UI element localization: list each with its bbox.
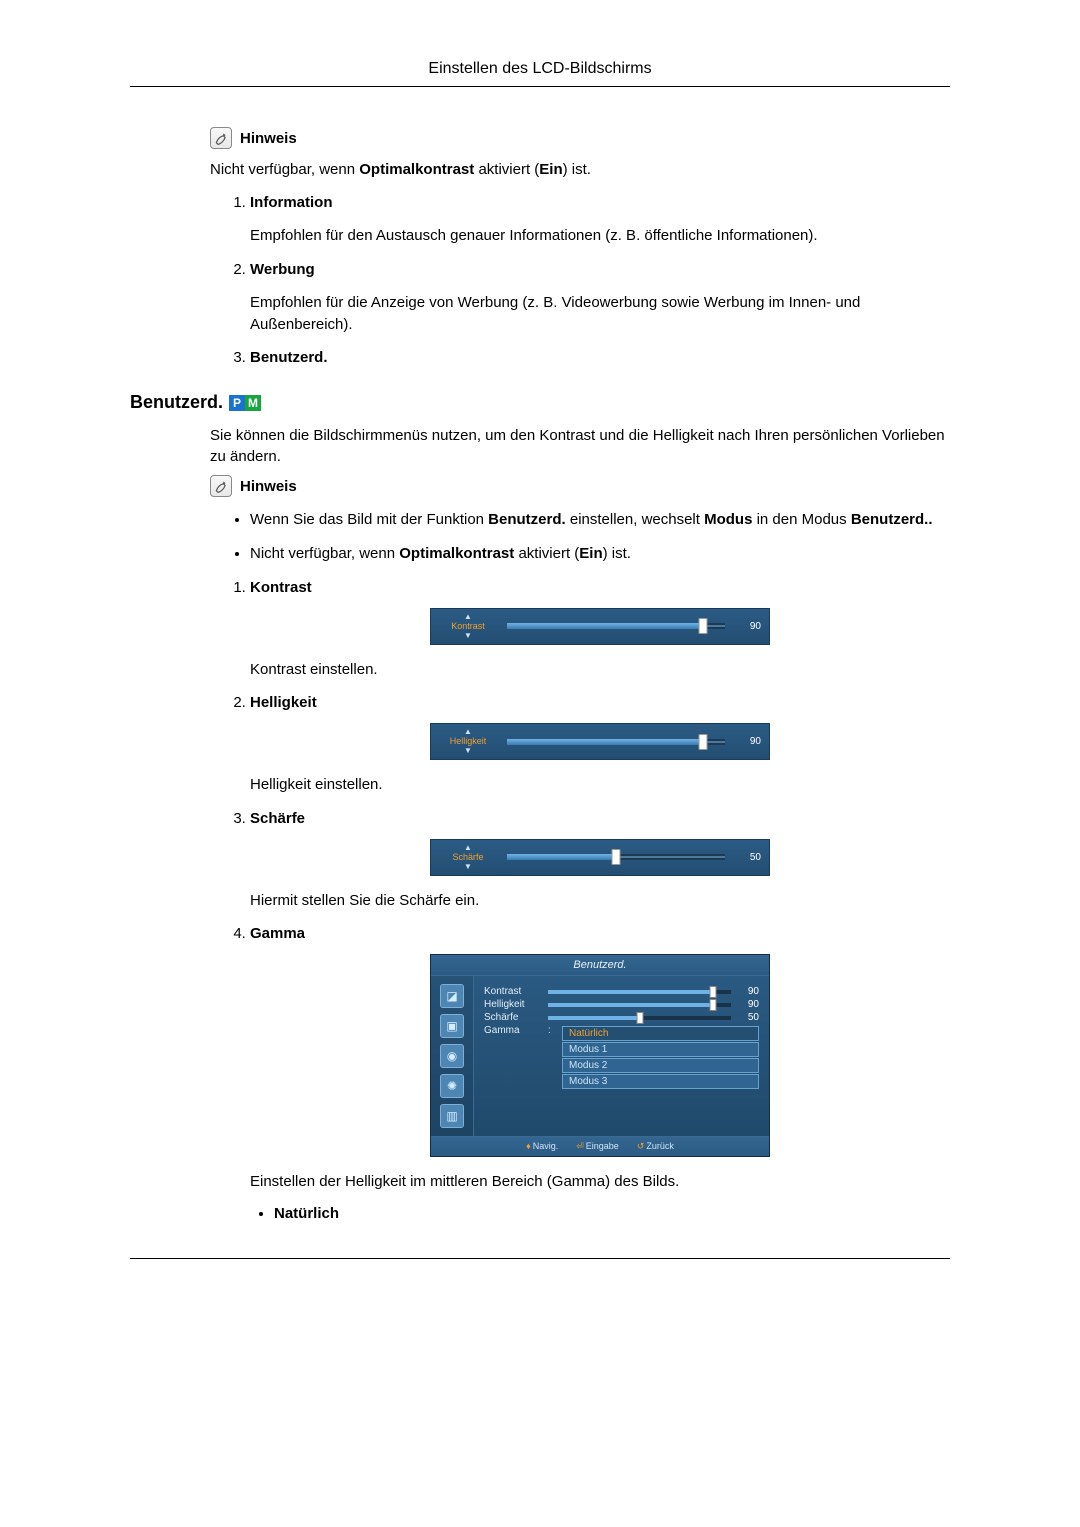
- note-icon: [210, 475, 232, 497]
- slider-value: 90: [735, 736, 761, 747]
- mini-label: Kontrast: [484, 986, 540, 997]
- multi-icon[interactable]: ▥: [440, 1104, 464, 1128]
- power-icon[interactable]: ◉: [440, 1044, 464, 1068]
- enter-icon: ⏎: [576, 1141, 584, 1151]
- slider-value: 90: [735, 621, 761, 632]
- mini-value: 90: [739, 986, 759, 997]
- arrow-down-icon: ▼: [439, 863, 497, 871]
- slider-value: 50: [735, 852, 761, 863]
- custom-note-1: Wenn Sie das Bild mit der Funktion Benut…: [250, 509, 950, 531]
- custom-note-list: Wenn Sie das Bild mit der Funktion Benut…: [210, 509, 950, 565]
- gamma-sub-bullets: Natürlich: [250, 1205, 950, 1222]
- section-custom-body: Sie können die Bildschirmmenüs nutzen, u…: [210, 425, 950, 1222]
- custom-item-gamma: Gamma Benutzerd. ◪ ▣ ◉ ✺ ▥ Kontrast90Hel…: [250, 925, 950, 1222]
- gamma-option[interactable]: Modus 3: [562, 1074, 759, 1089]
- colon: :: [548, 1025, 554, 1036]
- custom-item-kontrast: Kontrast ▲ Kontrast ▼ 90 Kontrast einste…: [250, 579, 950, 681]
- gamma-label: Gamma: [484, 1025, 540, 1036]
- mini-slider[interactable]: [548, 1003, 731, 1007]
- mini-slider[interactable]: [548, 990, 731, 994]
- mini-label: Helligkeit: [484, 999, 540, 1010]
- slider-fill: [507, 623, 703, 629]
- arrow-down-icon: ▼: [439, 747, 497, 755]
- document-page: Einstellen des LCD-Bildschirms Hinweis N…: [0, 0, 1080, 1309]
- custom-settings-list: Kontrast ▲ Kontrast ▼ 90 Kontrast einste…: [210, 579, 950, 1222]
- slider-handle[interactable]: [612, 849, 621, 865]
- mode-item-information: Information Empfohlen für den Austausch …: [250, 194, 950, 247]
- mini-slider[interactable]: [548, 1016, 731, 1020]
- custom-item-schaerfe: Schärfe ▲ Schärfe ▼ 50 Hiermit stellen S…: [250, 810, 950, 912]
- custom-note-2: Nicht verfügbar, wenn Optimalkontrast ak…: [250, 543, 950, 565]
- osd-panel-benutzerd: Benutzerd. ◪ ▣ ◉ ✺ ▥ Kontrast90Helligkei…: [430, 954, 770, 1157]
- osd-mini-row: Kontrast 90: [484, 986, 759, 997]
- mode-item-werbung: Werbung Empfohlen für die Anzeige von We…: [250, 261, 950, 336]
- slider-fill: [507, 854, 616, 860]
- arrow-up-icon: ▲: [439, 613, 497, 621]
- section-title-benutzerd: Benutzerd. PM: [130, 392, 950, 413]
- mini-value: 90: [739, 999, 759, 1010]
- custom-desc: Sie können die Bildschirmmenüs nutzen, u…: [210, 425, 950, 467]
- osd-mini-row: Schärfe 50: [484, 1012, 759, 1023]
- note-label: Hinweis: [240, 478, 297, 495]
- osd-panel-title: Benutzerd.: [431, 955, 769, 976]
- gamma-option[interactable]: Modus 1: [562, 1042, 759, 1057]
- slider-handle[interactable]: [699, 618, 708, 634]
- back-icon: ↺: [637, 1141, 645, 1151]
- gamma-option[interactable]: Modus 2: [562, 1058, 759, 1073]
- gamma-dropdown[interactable]: NatürlichModus 1Modus 2Modus 3: [562, 1025, 759, 1090]
- mode-item-benutzerd: Benutzerd.: [250, 349, 950, 366]
- slider-handle[interactable]: [699, 734, 708, 750]
- nav-icon: ♦: [526, 1141, 531, 1151]
- mini-value: 50: [739, 1012, 759, 1023]
- osd-side-icons: ◪ ▣ ◉ ✺ ▥: [431, 976, 474, 1136]
- gamma-bullet-natuerlich: Natürlich: [274, 1205, 950, 1222]
- screen-icon[interactable]: ▣: [440, 1014, 464, 1038]
- arrow-up-icon: ▲: [439, 728, 497, 736]
- content-block: Hinweis Nicht verfügbar, wenn Optimalkon…: [210, 127, 950, 366]
- pm-badge-icon: PM: [229, 395, 261, 411]
- arrow-up-icon: ▲: [439, 844, 497, 852]
- footer-rule: [130, 1258, 950, 1259]
- page-title: Einstellen des LCD-Bildschirms: [130, 60, 950, 87]
- custom-item-helligkeit: Helligkeit ▲ Helligkeit ▼ 90 Helligkeit …: [250, 694, 950, 796]
- intro-note: Nicht verfügbar, wenn Optimalkontrast ak…: [210, 159, 950, 180]
- mode-list: Information Empfohlen für den Austausch …: [210, 194, 950, 366]
- arrow-down-icon: ▼: [439, 632, 497, 640]
- osd-slider-schaerfe: ▲ Schärfe ▼ 50: [430, 839, 770, 876]
- osd-slider-kontrast: ▲ Kontrast ▼ 90: [430, 608, 770, 645]
- slider-track[interactable]: [507, 739, 725, 745]
- slider-fill: [507, 739, 703, 745]
- osd-slider-helligkeit: ▲ Helligkeit ▼ 90: [430, 723, 770, 760]
- note-row: Hinweis: [210, 127, 950, 149]
- osd-mini-row: Helligkeit 90: [484, 999, 759, 1010]
- note-icon: [210, 127, 232, 149]
- gear-icon[interactable]: ✺: [440, 1074, 464, 1098]
- osd-footer: ♦Navig. ⏎Eingabe ↺Zurück: [431, 1136, 769, 1156]
- picture-icon[interactable]: ◪: [440, 984, 464, 1008]
- note-row-2: Hinweis: [210, 475, 950, 497]
- mini-label: Schärfe: [484, 1012, 540, 1023]
- gamma-option[interactable]: Natürlich: [562, 1026, 759, 1041]
- slider-track[interactable]: [507, 623, 725, 629]
- note-label: Hinweis: [240, 130, 297, 147]
- slider-track[interactable]: [507, 854, 725, 860]
